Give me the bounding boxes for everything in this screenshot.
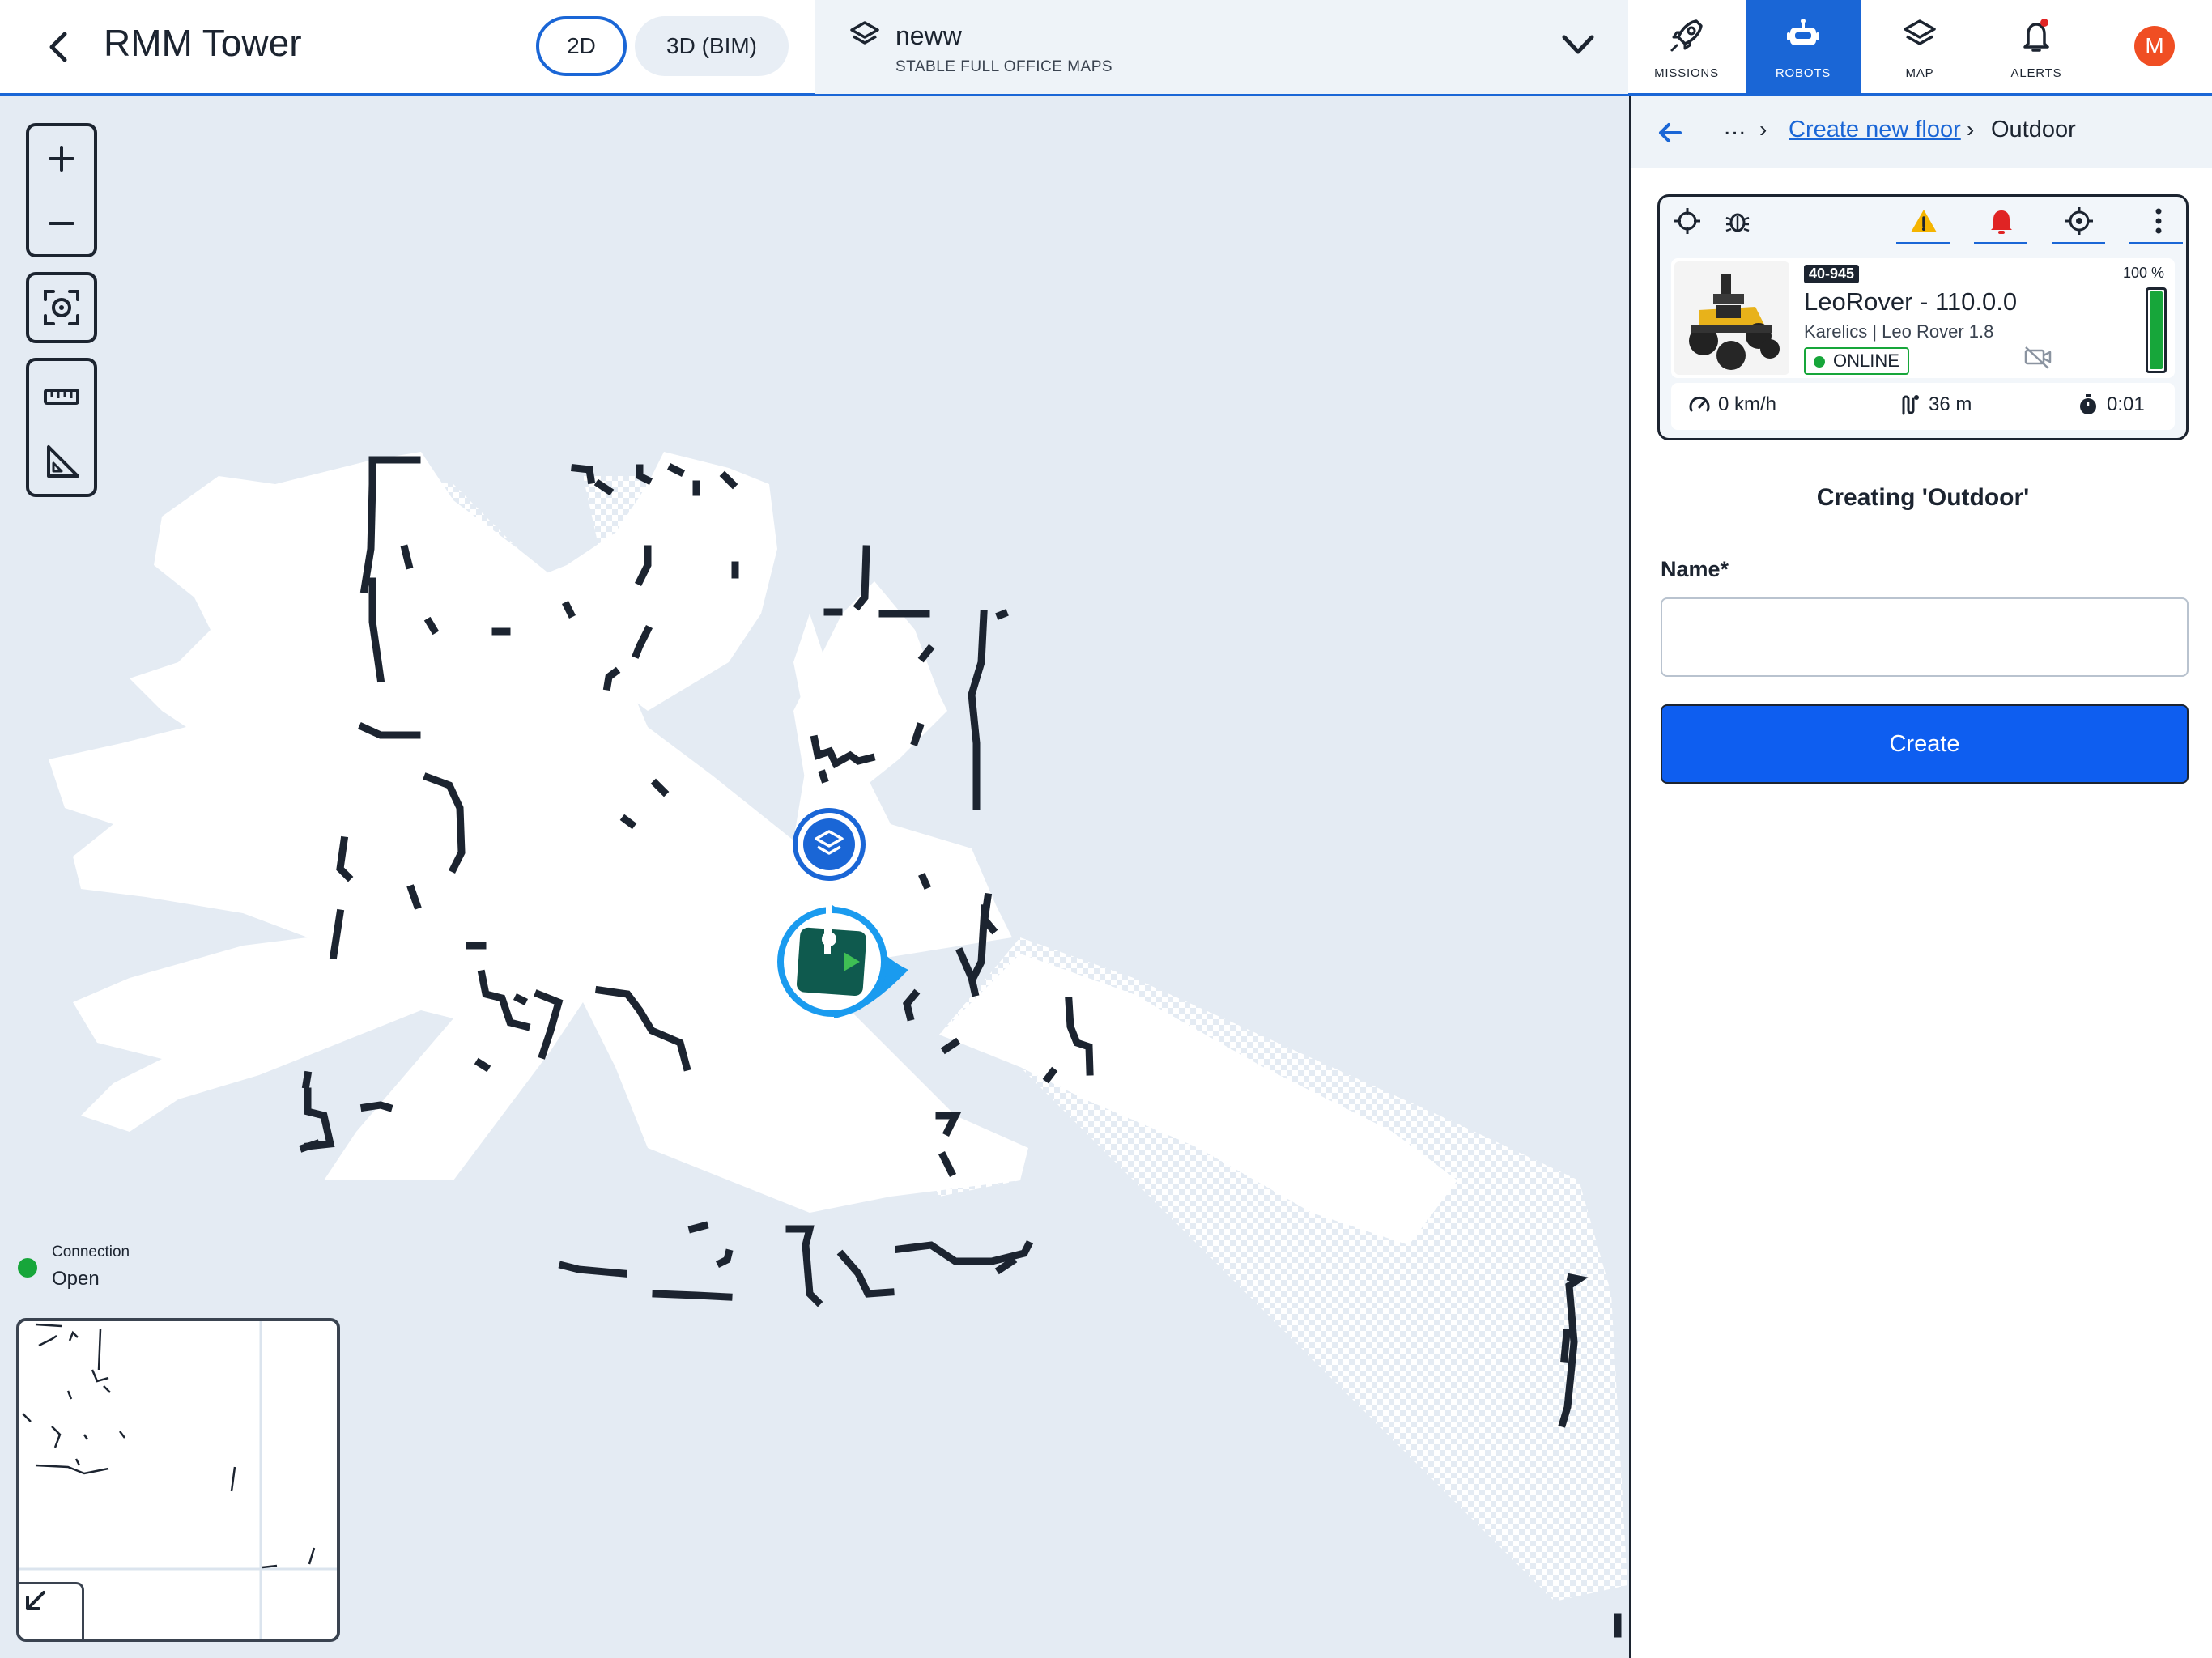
stat-speed-value: 0 km/h	[1718, 393, 1777, 415]
minimap[interactable]	[16, 1318, 340, 1642]
free-space	[49, 452, 1028, 1213]
breadcrumb-link-create-floor[interactable]: Create new floor	[1789, 117, 1961, 143]
nav-alerts[interactable]: ALERTS	[1979, 0, 2094, 94]
minimap-collapse-button[interactable]	[19, 1582, 84, 1639]
stopwatch-icon	[2080, 394, 2096, 414]
angle-measure-button[interactable]	[29, 429, 94, 494]
status-badge: ONLINE	[1804, 347, 1909, 375]
connection-status: Open	[52, 1268, 100, 1290]
view-3d-button[interactable]: 3D (BIM)	[635, 16, 789, 76]
breadcrumb-separator-icon: ›	[1967, 117, 1975, 142]
arrow-down-left-icon	[26, 1591, 45, 1610]
top-bar: RMM Tower 2D 3D (BIM) neww STABLE FULL O…	[0, 0, 2212, 96]
alarm-bell-icon[interactable]	[1985, 205, 2018, 237]
robot-icon	[1787, 19, 1819, 45]
map-selector[interactable]: neww STABLE FULL OFFICE MAPS	[815, 0, 1628, 94]
breadcrumb-separator-icon: ›	[1759, 117, 1767, 142]
map-name: neww	[895, 21, 962, 50]
bug-icon[interactable]	[1721, 205, 1754, 237]
warning-tab-indicator	[1896, 242, 1950, 244]
minus-icon	[49, 222, 74, 225]
breadcrumb: ... › Create new floor › Outdoor	[1631, 96, 2212, 168]
robot-id-badge: 40-945	[1804, 265, 1860, 283]
nav-missions[interactable]: MISSIONS	[1629, 0, 1744, 94]
alarm-tab-indicator	[1974, 242, 2027, 244]
layers-icon	[850, 21, 879, 45]
robot-card-toolbar	[1660, 197, 2186, 245]
location-target-icon[interactable]	[2063, 205, 2095, 237]
bell-icon	[2023, 19, 2049, 52]
nav-robots-label: ROBOTS	[1775, 66, 1831, 80]
nav-alerts-label: ALERTS	[2010, 66, 2062, 80]
avatar[interactable]: M	[2134, 26, 2175, 66]
breadcrumb-ellipsis[interactable]: ...	[1724, 113, 1746, 141]
connection-label: Connection	[52, 1244, 130, 1261]
nav-map-label: MAP	[1905, 66, 1934, 80]
chevron-left-icon	[49, 32, 67, 62]
chevron-down-icon[interactable]	[1558, 29, 1598, 62]
layers-icon	[1904, 19, 1936, 45]
camera-off-icon[interactable]	[2021, 341, 2053, 373]
speedometer-icon	[1689, 396, 1710, 412]
robot-model: Karelics | Leo Rover 1.8	[1804, 321, 1994, 342]
map-canvas[interactable]: Connection Open	[0, 96, 1629, 1658]
breadcrumb-current: Outdoor	[1991, 117, 2076, 142]
stat-time: 0:01	[2076, 393, 2145, 417]
battery-percent: 100 %	[2123, 265, 2165, 281]
more-tab-indicator	[2129, 242, 2183, 244]
back-button[interactable]	[40, 28, 79, 66]
stat-distance: 36 m	[1898, 393, 1972, 417]
stat-speed: 0 km/h	[1687, 393, 1776, 417]
stat-distance-value: 36 m	[1929, 393, 1972, 415]
battery-icon	[2146, 287, 2167, 373]
rocket-icon	[1670, 19, 1703, 52]
map-subtitle: STABLE FULL OFFICE MAPS	[895, 58, 1113, 75]
set-square-icon	[47, 445, 79, 478]
name-field-label: Name*	[1661, 557, 1729, 581]
name-field[interactable]	[1661, 597, 2189, 677]
robot-stats: 0 km/h 36 m 0:01	[1671, 383, 2175, 430]
view-2d-button[interactable]: 2D	[536, 16, 627, 76]
side-panel: ... › Create new floor › Outdoor 40-945 …	[1629, 96, 2212, 1658]
zoom-out-button[interactable]	[29, 191, 94, 256]
location-tab-indicator	[2052, 242, 2105, 244]
create-button[interactable]: Create	[1661, 704, 2189, 784]
robot-name: LeoRover - 110.0.0	[1804, 287, 2018, 316]
crosshair-icon[interactable]	[1671, 205, 1704, 237]
nav-robots[interactable]: ROBOTS	[1746, 0, 1861, 94]
robot-summary: 40-945 LeoRover - 110.0.0 Karelics | Leo…	[1671, 258, 2175, 378]
plus-icon	[49, 146, 74, 172]
arrow-left-icon[interactable]	[1654, 117, 1687, 149]
robot-photo	[1674, 261, 1789, 375]
nav-missions-label: MISSIONS	[1654, 66, 1719, 80]
ruler-button[interactable]	[29, 364, 94, 429]
warning-icon[interactable]	[1908, 205, 1940, 237]
nav-map[interactable]: MAP	[1862, 0, 1977, 94]
form-title: Creating 'Outdoor'	[1816, 484, 2030, 511]
measure-tools	[26, 358, 97, 497]
zoom-controls	[26, 123, 97, 257]
stat-time-value: 0:01	[2107, 393, 2145, 415]
route-icon	[1902, 395, 1919, 415]
zoom-in-button[interactable]	[29, 126, 94, 191]
battery-level	[2150, 291, 2163, 369]
focus-target-icon	[44, 290, 79, 325]
ruler-icon	[44, 389, 79, 405]
center-robot-button[interactable]	[26, 272, 97, 343]
page-title: RMM Tower	[104, 22, 302, 64]
robot-card[interactable]: 40-945 LeoRover - 110.0.0 Karelics | Leo…	[1657, 194, 2189, 440]
more-vertical-icon[interactable]	[2142, 205, 2175, 237]
connection-status-dot	[18, 1258, 37, 1278]
